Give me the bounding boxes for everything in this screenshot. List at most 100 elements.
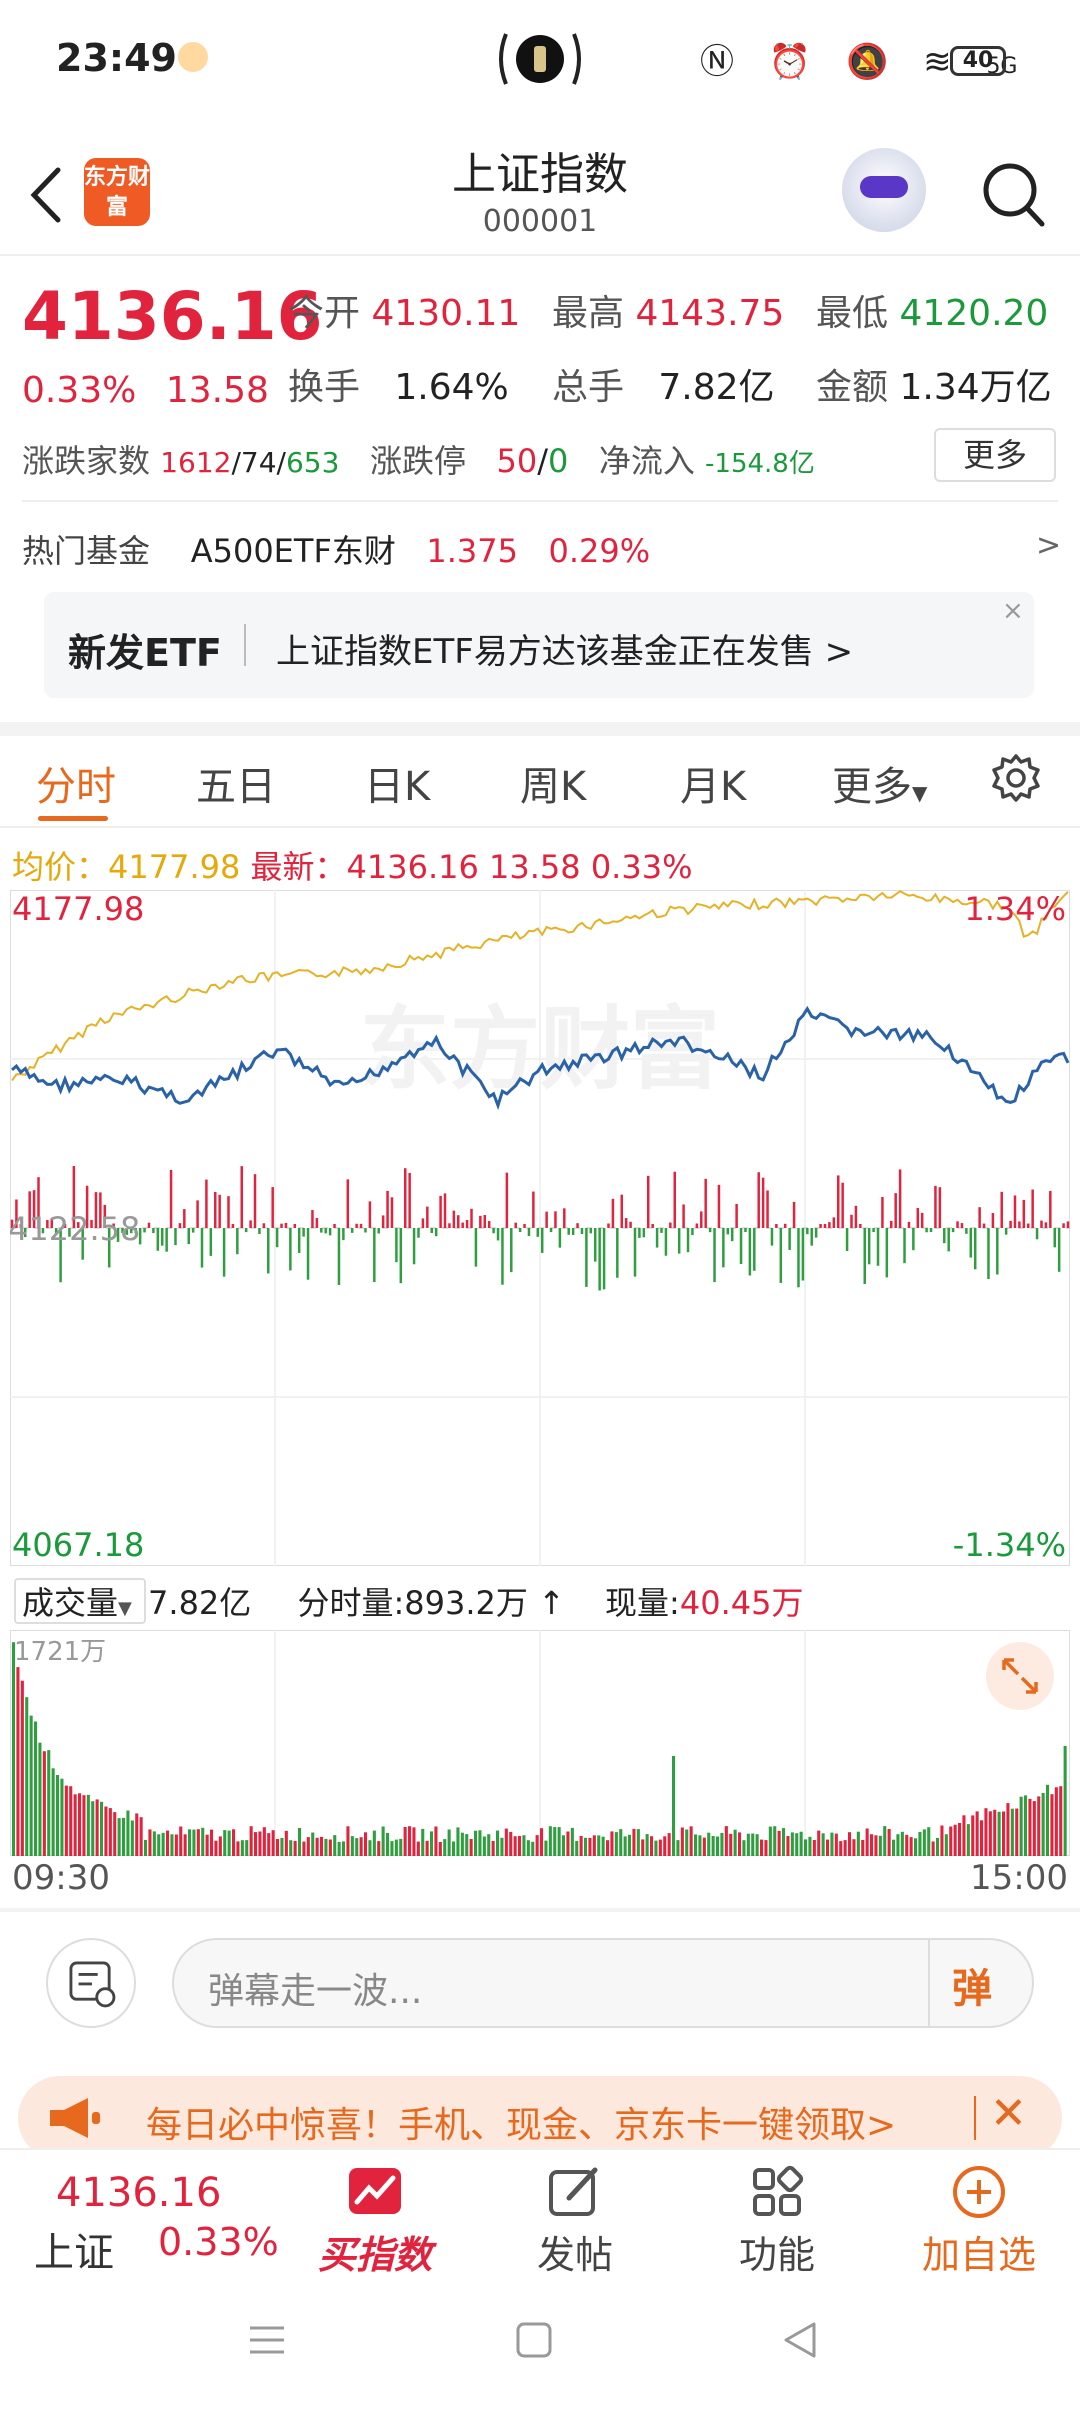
volume-bar (962, 1815, 966, 1856)
tab-five-day[interactable]: 五日 (196, 754, 276, 812)
volume-bar (320, 1836, 324, 1856)
volume-bar (724, 1826, 728, 1856)
close-icon[interactable]: × (1002, 596, 1024, 626)
divider (244, 624, 246, 666)
search-icon[interactable] (978, 158, 1048, 230)
status-bar: 23:49 Ⓝ ⏰ 🔕 ≋ 5G 40 (0, 0, 1080, 120)
volume-bar (936, 1837, 940, 1856)
functions-button[interactable]: 功能 (692, 2150, 862, 2282)
buy-index-button[interactable]: 买指数 (290, 2150, 460, 2282)
volume-bar (711, 1836, 715, 1856)
volume-bar (447, 1829, 451, 1856)
send-danmu-button[interactable]: 弹 (952, 1956, 992, 2014)
y-top-label: 4177.98 (12, 890, 144, 928)
watermark: 东方财富 (360, 1000, 720, 1100)
volume-bar (144, 1839, 148, 1856)
intraday-chart[interactable]: 东方财富 4177.98 4122.58 4067.18 1.34% -1.34… (10, 890, 1070, 1566)
nfc-icon: Ⓝ (700, 42, 746, 82)
volume-bar (161, 1832, 165, 1856)
volume-bar (606, 1840, 610, 1856)
volume-bar (280, 1837, 284, 1856)
assistant-robot-icon[interactable] (842, 148, 926, 232)
danmu-input[interactable]: 弹幕走一波... 弹 (172, 1938, 1034, 2028)
volume-bar (1024, 1795, 1028, 1856)
time-end: 15:00 (970, 1858, 1068, 1898)
volume-bar (47, 1750, 51, 1856)
volume-bar (201, 1827, 205, 1856)
volume-bar (1050, 1794, 1054, 1856)
gear-icon[interactable] (990, 752, 1042, 804)
volume-bar (905, 1834, 909, 1856)
volume-bar (544, 1840, 548, 1856)
post-button[interactable]: 发帖 (490, 2150, 660, 2282)
mute-icon: 🔕 (845, 42, 901, 82)
volume-bar (465, 1834, 469, 1856)
volume-bar (227, 1830, 231, 1856)
volume-bar (179, 1826, 183, 1856)
hot-fund-change: 0.29% (548, 532, 651, 570)
turnover-field: 换手 1.64% (288, 367, 509, 408)
volume-bar (535, 1835, 539, 1856)
more-button[interactable]: 更多 (934, 428, 1056, 482)
last-pct: 0.33% (590, 848, 693, 886)
volume-bar (135, 1813, 139, 1856)
volume-bar (188, 1829, 192, 1856)
volume-bar (78, 1793, 82, 1856)
section-gap (0, 1908, 1080, 1912)
volume-bar (394, 1839, 398, 1856)
volume-bar (117, 1818, 121, 1856)
volume-bar (372, 1830, 376, 1856)
pct-bottom-label: -1.34% (953, 1526, 1066, 1564)
volume-bar (918, 1831, 922, 1856)
add-watchlist-button[interactable]: 加自选 (894, 2150, 1064, 2282)
volume-bar (16, 1667, 20, 1856)
volume-bar (940, 1825, 944, 1856)
danmu-placeholder: 弹幕走一波... (208, 1971, 423, 2012)
home-icon[interactable] (514, 2320, 554, 2360)
tab-more[interactable]: 更多▼ (832, 754, 927, 812)
volume-bar (698, 1835, 702, 1856)
volume-bar (456, 1827, 460, 1856)
trend-chart-icon (349, 2168, 401, 2214)
volume-bar (795, 1833, 799, 1856)
volume-chart[interactable]: 1721万 (10, 1630, 1070, 1856)
volume-bar (100, 1801, 104, 1856)
volume-bar (843, 1840, 847, 1856)
volume-bar (742, 1840, 746, 1856)
app-notification-icon (178, 42, 208, 72)
volume-bar (254, 1832, 258, 1856)
volume-bar (386, 1832, 390, 1856)
volume-bar (346, 1826, 350, 1856)
danmu-settings-icon[interactable] (46, 1938, 136, 2028)
volume-bar (438, 1842, 442, 1856)
open-field: 今开 4130.11 (288, 293, 521, 334)
volume-bar (430, 1831, 434, 1856)
back-triangle-icon[interactable] (780, 2320, 820, 2360)
chevron-right-icon[interactable]: > (1036, 528, 1061, 563)
etf-banner[interactable]: 新发ETF 上证指数ETF易方达该基金正在发售 > × (44, 592, 1034, 698)
expand-icon[interactable] (986, 1642, 1054, 1710)
volume-bar (276, 1839, 280, 1856)
volume-bar (883, 1826, 887, 1856)
volume-bar (434, 1826, 438, 1856)
volume-bar (1037, 1796, 1041, 1856)
tab-daily-k[interactable]: 日K (364, 754, 430, 812)
tab-monthly-k[interactable]: 月K (680, 754, 746, 812)
close-icon[interactable]: ✕ (990, 2088, 1027, 2139)
tab-weekly-k[interactable]: 周K (520, 754, 586, 812)
volume-bar (746, 1833, 750, 1856)
volume-value: 7.82亿 (658, 367, 775, 408)
volume-bar (205, 1834, 209, 1856)
hot-fund-row[interactable]: 热门基金 A500ETF东财 1.375 0.29% (22, 526, 650, 572)
volume-bar (667, 1833, 671, 1856)
volume-bar (1006, 1803, 1010, 1856)
volume-bar (416, 1841, 420, 1856)
plus-circle-icon (953, 2166, 1005, 2218)
volume-bar (980, 1820, 984, 1856)
volume-bar (359, 1837, 363, 1856)
tab-intraday[interactable]: 分时 (36, 754, 116, 812)
menu-icon[interactable] (246, 2320, 288, 2360)
volume-bar (210, 1829, 214, 1856)
volume-bar (865, 1828, 869, 1856)
volume-field: 总手 7.82亿 (552, 367, 775, 408)
